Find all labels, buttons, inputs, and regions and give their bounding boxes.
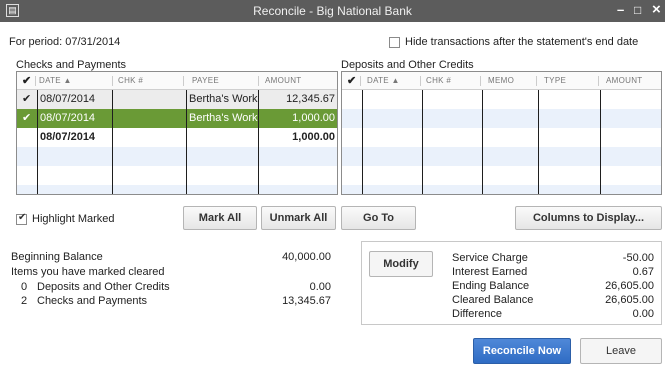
column-divider: [600, 90, 601, 194]
checks-table-header: ✔ DATE ▲ CHK # PAYEE AMOUNT: [17, 72, 337, 90]
deposits-credits-label: Deposits and Other Credits: [341, 59, 474, 71]
row-date: 08/07/2014: [40, 131, 96, 143]
row-payee: [189, 128, 259, 147]
mark-all-button[interactable]: Mark All: [183, 206, 257, 230]
highlight-marked-checkbox[interactable]: Highlight Marked: [16, 212, 115, 225]
checks-cleared-value: 13,345.67: [282, 295, 331, 307]
empty-row: [342, 166, 661, 185]
empty-row: [342, 185, 661, 194]
checks-payments-label: Checks and Payments: [16, 59, 127, 71]
col-date-header[interactable]: DATE ▲: [367, 72, 400, 90]
table-row-selected[interactable]: ✔ 08/07/2014 Bertha's Work... 1,000.00: [17, 109, 337, 128]
row-mark[interactable]: ✔: [22, 109, 31, 128]
go-to-button[interactable]: Go To: [341, 206, 416, 230]
header-separator: [598, 76, 599, 86]
column-divider: [186, 90, 187, 194]
row-date: 08/07/2014: [40, 93, 96, 105]
service-charge-label: Service Charge: [452, 252, 528, 264]
row-amount: 12,345.67: [286, 93, 335, 105]
header-separator: [480, 76, 481, 86]
modify-button[interactable]: Modify: [369, 251, 433, 277]
header-separator: [360, 76, 361, 86]
table-row[interactable]: ✔ 08/07/2014 Bertha's Work... 12,345.67: [17, 90, 337, 109]
column-divider: [538, 90, 539, 194]
col-check-header[interactable]: ✔: [347, 72, 357, 90]
row-amount: 1,000.00: [292, 131, 335, 143]
highlight-marked-checkbox-box[interactable]: [16, 212, 27, 225]
cleared-balance-value: 26,605.00: [605, 294, 654, 306]
close-icon[interactable]: ×: [652, 1, 661, 18]
period-label: For period: 07/31/2014: [9, 36, 121, 48]
row-date: 08/07/2014: [40, 112, 96, 124]
beginning-balance-value: 40,000.00: [282, 251, 331, 263]
deposits-count: 0: [21, 281, 28, 293]
empty-row: [17, 185, 337, 194]
empty-row: [342, 147, 661, 166]
col-chk-header[interactable]: CHK #: [426, 72, 451, 90]
column-divider: [258, 90, 259, 194]
hide-transactions-checkbox[interactable]: Hide transactions after the statement's …: [389, 36, 638, 48]
ending-balance-label: Ending Balance: [452, 280, 530, 292]
title-bar: ▤ Reconcile - Big National Bank – □ ×: [0, 0, 665, 22]
ending-balance-value: 26,605.00: [605, 280, 654, 292]
col-date-header[interactable]: DATE ▲: [39, 72, 72, 90]
col-payee-header[interactable]: PAYEE: [192, 72, 219, 90]
col-chk-header[interactable]: CHK #: [118, 72, 143, 90]
row-amount: 1,000.00: [292, 112, 335, 124]
cleared-balance-label: Cleared Balance: [452, 294, 534, 306]
difference-value: 0.00: [632, 308, 654, 320]
deposits-credits-table: ✔ DATE ▲ CHK # MEMO TYPE AMOUNT: [341, 71, 662, 195]
maximize-icon[interactable]: □: [634, 3, 641, 17]
window-title: Reconcile - Big National Bank: [253, 4, 412, 18]
empty-row: [17, 166, 337, 185]
column-divider: [482, 90, 483, 194]
col-memo-header[interactable]: MEMO: [488, 72, 514, 90]
hide-transactions-label: Hide transactions after the statement's …: [405, 36, 639, 48]
beginning-balance-label: Beginning Balance: [11, 251, 103, 263]
service-charge-value: -50.00: [622, 252, 654, 264]
column-divider: [422, 90, 423, 194]
hide-transactions-checkbox-box[interactable]: [389, 36, 400, 48]
difference-label: Difference: [452, 308, 502, 320]
column-divider: [362, 90, 363, 194]
col-amount-header[interactable]: AMOUNT: [265, 72, 301, 90]
col-type-header[interactable]: TYPE: [544, 72, 566, 90]
interest-earned-label: Interest Earned: [452, 266, 528, 278]
col-amount-header[interactable]: AMOUNT: [606, 72, 642, 90]
checks-count: 2: [21, 295, 28, 307]
highlight-marked-label: Highlight Marked: [32, 213, 115, 225]
empty-row: [17, 147, 337, 166]
empty-row: [342, 109, 661, 128]
column-divider: [112, 90, 113, 194]
minimize-icon[interactable]: –: [617, 2, 624, 17]
row-payee: Bertha's Work...: [189, 93, 259, 105]
header-separator: [258, 76, 259, 86]
table-row-total[interactable]: 08/07/2014 1,000.00: [17, 128, 337, 147]
reconcile-now-button[interactable]: Reconcile Now: [473, 338, 571, 364]
balance-summary-box: Modify Service Charge -50.00 Interest Ea…: [361, 241, 662, 325]
leave-button[interactable]: Leave: [580, 338, 662, 364]
empty-row: [342, 128, 661, 147]
reconcile-window: ▤ Reconcile - Big National Bank – □ × Fo…: [0, 0, 665, 373]
header-separator: [35, 76, 36, 86]
checks-payments-table: ✔ DATE ▲ CHK # PAYEE AMOUNT ✔ 08/07/2014…: [16, 71, 338, 195]
col-check-header[interactable]: ✔: [22, 72, 32, 90]
header-separator: [183, 76, 184, 86]
header-separator: [536, 76, 537, 86]
empty-row: [342, 90, 661, 109]
items-marked-label: Items you have marked cleared: [11, 266, 165, 278]
deposits-cleared-value: 0.00: [309, 281, 331, 293]
header-separator: [112, 76, 113, 86]
deposits-cleared-label: Deposits and Other Credits: [37, 281, 170, 293]
deposits-table-header: ✔ DATE ▲ CHK # MEMO TYPE AMOUNT: [342, 72, 661, 90]
header-separator: [420, 76, 421, 86]
interest-earned-value: 0.67: [632, 266, 654, 278]
column-divider: [37, 90, 38, 194]
row-payee: Bertha's Work...: [189, 112, 259, 124]
unmark-all-button[interactable]: Unmark All: [261, 206, 336, 230]
row-mark[interactable]: ✔: [22, 90, 31, 109]
columns-to-display-button[interactable]: Columns to Display...: [515, 206, 662, 230]
checks-cleared-label: Checks and Payments: [37, 295, 148, 307]
